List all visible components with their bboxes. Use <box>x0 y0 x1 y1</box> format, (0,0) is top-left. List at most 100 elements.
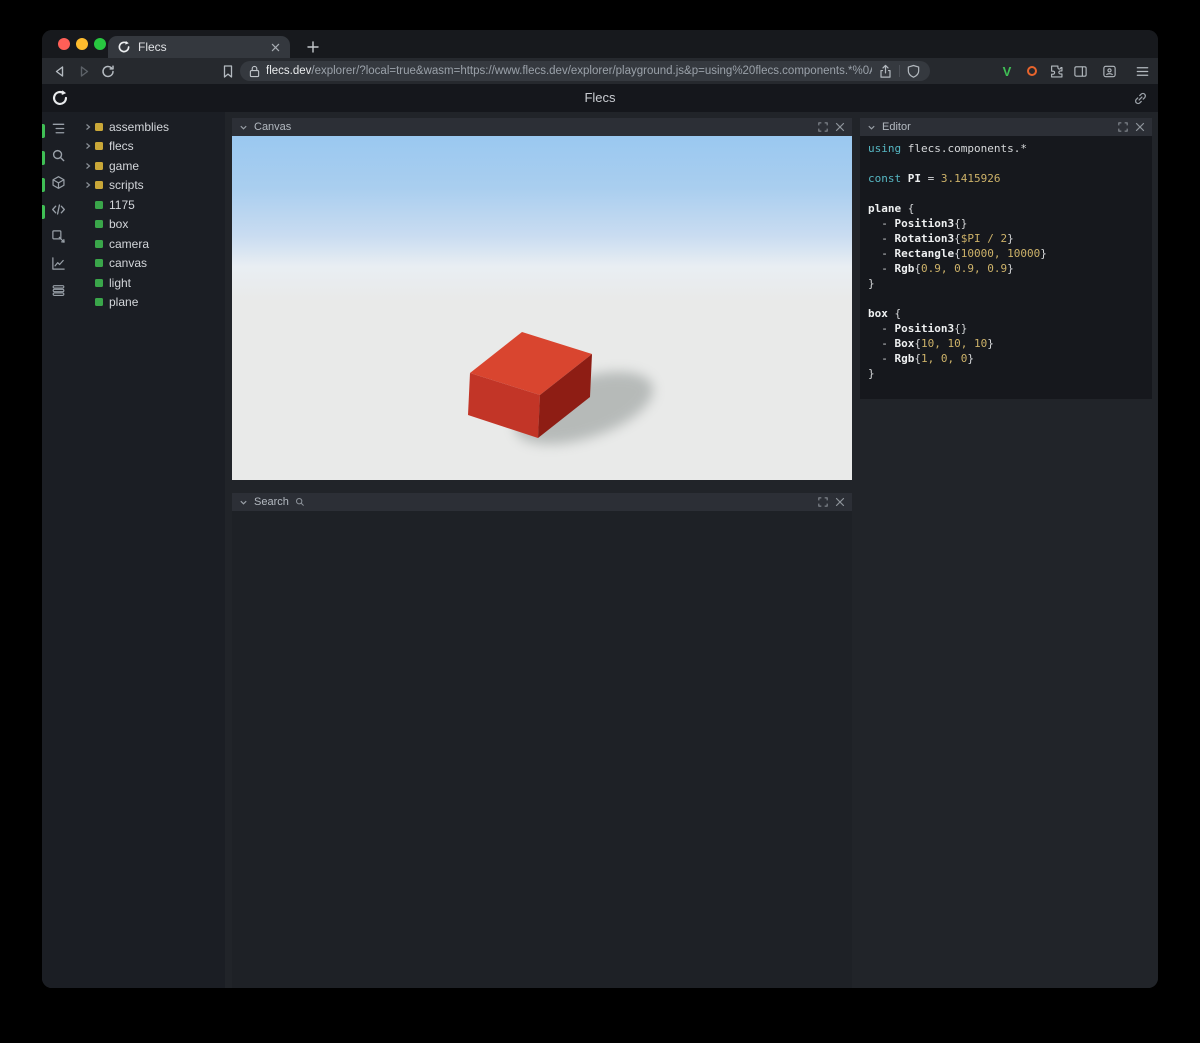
address-bar[interactable]: flecs.dev/explorer/?local=true&wasm=http… <box>240 61 930 81</box>
flecs-logo-icon[interactable] <box>51 89 69 107</box>
entity-color-badge <box>95 239 103 248</box>
rail-item-canvas-3d[interactable] <box>42 176 75 194</box>
sidebar-toggle-icon[interactable] <box>1071 62 1089 80</box>
expand-panel-icon[interactable] <box>1117 122 1128 133</box>
code-line: const PI = 3.1415926 <box>868 172 1001 185</box>
code-editor[interactable]: using flecs.components.* const PI = 3.14… <box>860 136 1152 399</box>
code-line: plane { <box>868 202 915 215</box>
tree-item-flecs[interactable]: flecs <box>75 137 225 157</box>
app-header: Flecs <box>42 84 1158 112</box>
chevron-down-icon[interactable] <box>867 123 876 132</box>
share-link-icon[interactable] <box>1132 90 1148 106</box>
extension-circle-icon[interactable] <box>1023 62 1041 80</box>
url-text[interactable]: flecs.dev/explorer/?local=true&wasm=http… <box>266 65 872 77</box>
entity-color-badge <box>95 298 103 307</box>
tree-item-camera[interactable]: camera <box>75 234 225 254</box>
code-icon <box>51 202 66 222</box>
tree-item-light[interactable]: light <box>75 273 225 293</box>
entity-color-badge <box>95 200 103 209</box>
canvas-3d-viewport[interactable] <box>232 136 852 480</box>
ring-glyph <box>1027 66 1037 76</box>
entity-color-badge <box>95 181 103 190</box>
url-domain: flecs.dev <box>266 65 312 77</box>
cube-icon <box>51 175 66 195</box>
browser-tab[interactable]: Flecs <box>108 36 290 58</box>
code-line: - Rotation3{$PI / 2} <box>868 232 1014 245</box>
active-panel-indicator <box>42 151 45 165</box>
expand-chevron-icon[interactable] <box>83 161 93 171</box>
code-line: - Rgb{1, 0, 0} <box>868 352 974 365</box>
code-line: } <box>868 277 875 290</box>
tree-item-plane[interactable]: plane <box>75 293 225 313</box>
entity-color-badge <box>95 161 103 170</box>
expand-chevron-icon[interactable] <box>83 141 93 151</box>
chevron-placeholder <box>83 278 93 288</box>
share-icon[interactable] <box>878 64 893 79</box>
code-line: using flecs.components.* <box>868 142 1027 155</box>
back-icon[interactable] <box>51 63 68 80</box>
close-panel-icon[interactable] <box>1134 122 1145 133</box>
expand-panel-icon[interactable] <box>817 122 828 133</box>
rail-item-script-editor[interactable] <box>42 203 75 221</box>
expand-chevron-icon[interactable] <box>83 180 93 190</box>
tree-item-scripts[interactable]: scripts <box>75 176 225 196</box>
3d-scene <box>468 332 654 445</box>
divider <box>899 65 900 77</box>
tree-item-box[interactable]: box <box>75 215 225 235</box>
search-panel-body[interactable] <box>232 511 852 988</box>
shield-icon[interactable] <box>906 64 921 79</box>
chevron-down-icon[interactable] <box>239 123 248 132</box>
profile-icon[interactable] <box>1100 62 1118 80</box>
tree-item-game[interactable]: game <box>75 156 225 176</box>
entity-color-badge <box>95 278 103 287</box>
tree-item-label: light <box>109 275 132 290</box>
code-line: - Position3{} <box>868 322 968 335</box>
rail-item-statistics[interactable] <box>42 257 75 275</box>
forward-icon[interactable] <box>75 63 92 80</box>
tree-item-label: assemblies <box>109 119 170 134</box>
close-panel-icon[interactable] <box>834 122 845 133</box>
expand-chevron-icon[interactable] <box>83 122 93 132</box>
code-line: - Box{10, 10, 10} <box>868 337 994 350</box>
search-panel-header: Search <box>232 493 852 511</box>
tree-item-label: flecs <box>109 139 134 154</box>
rail-item-commands[interactable] <box>42 284 75 302</box>
tree-item-assemblies[interactable]: assemblies <box>75 117 225 137</box>
expand-panel-icon[interactable] <box>817 497 828 508</box>
code-line: - Rectangle{10000, 10000} <box>868 247 1047 260</box>
code-line: box { <box>868 307 902 320</box>
chevron-placeholder <box>83 258 93 268</box>
rail-item-query-search[interactable] <box>42 149 75 167</box>
tree-item-label: box <box>109 217 129 232</box>
stats-icon <box>51 283 66 303</box>
close-window-button[interactable] <box>58 38 70 50</box>
menu-icon[interactable] <box>1133 62 1151 80</box>
rail-item-inspector[interactable] <box>42 230 75 248</box>
entity-color-badge <box>95 259 103 268</box>
tree-item-label: canvas <box>109 256 148 271</box>
code-line: } <box>868 367 875 380</box>
browser-window: Flecs flecs.dev/explorer/?local=true&was… <box>42 30 1158 988</box>
bookmark-icon[interactable] <box>219 63 236 80</box>
lock-icon[interactable] <box>249 65 260 78</box>
entity-color-badge <box>95 122 103 131</box>
rail-item-entity-tree[interactable] <box>42 122 75 140</box>
minimize-window-button[interactable] <box>76 38 88 50</box>
close-panel-icon[interactable] <box>834 497 845 508</box>
reload-icon[interactable] <box>99 63 116 80</box>
tree-item-1175[interactable]: 1175 <box>75 195 225 215</box>
extension-v-icon[interactable]: V <box>998 62 1016 80</box>
url-path: /explorer/?local=true&wasm=https://www.f… <box>311 65 872 77</box>
new-tab-button[interactable] <box>302 36 324 58</box>
extensions-puzzle-icon[interactable] <box>1047 62 1065 80</box>
tree-item-canvas[interactable]: canvas <box>75 254 225 274</box>
chevron-placeholder <box>83 297 93 307</box>
zoom-window-button[interactable] <box>94 38 106 50</box>
chevron-down-icon[interactable] <box>239 498 248 507</box>
tree-item-label: plane <box>109 295 139 310</box>
tab-close-icon[interactable] <box>270 42 281 53</box>
desktop-background: Flecs flecs.dev/explorer/?local=true&was… <box>0 0 1200 1043</box>
chart-icon <box>51 256 66 276</box>
browser-toolbar: flecs.dev/explorer/?local=true&wasm=http… <box>42 58 1158 84</box>
